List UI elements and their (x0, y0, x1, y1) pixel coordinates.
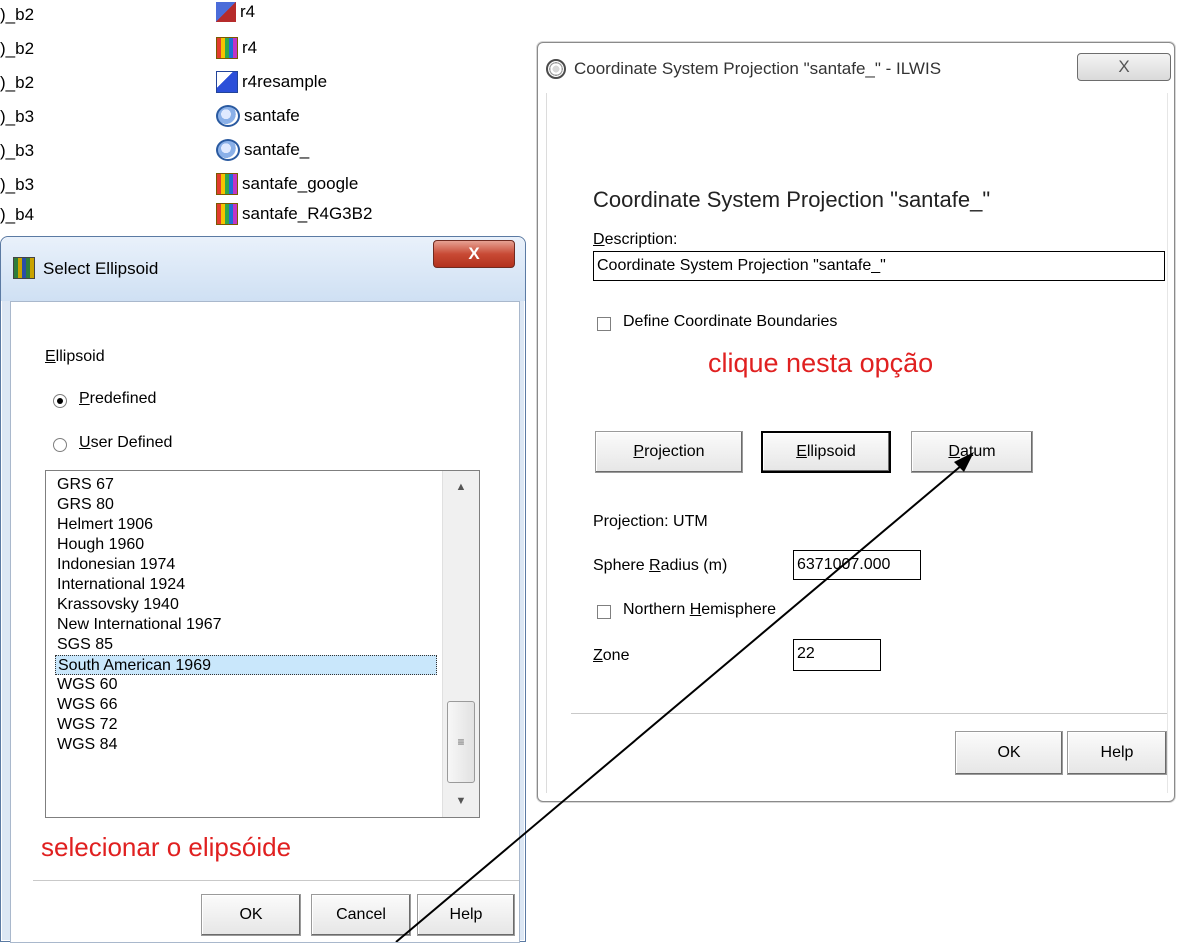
annotation-arrow (395, 452, 974, 942)
